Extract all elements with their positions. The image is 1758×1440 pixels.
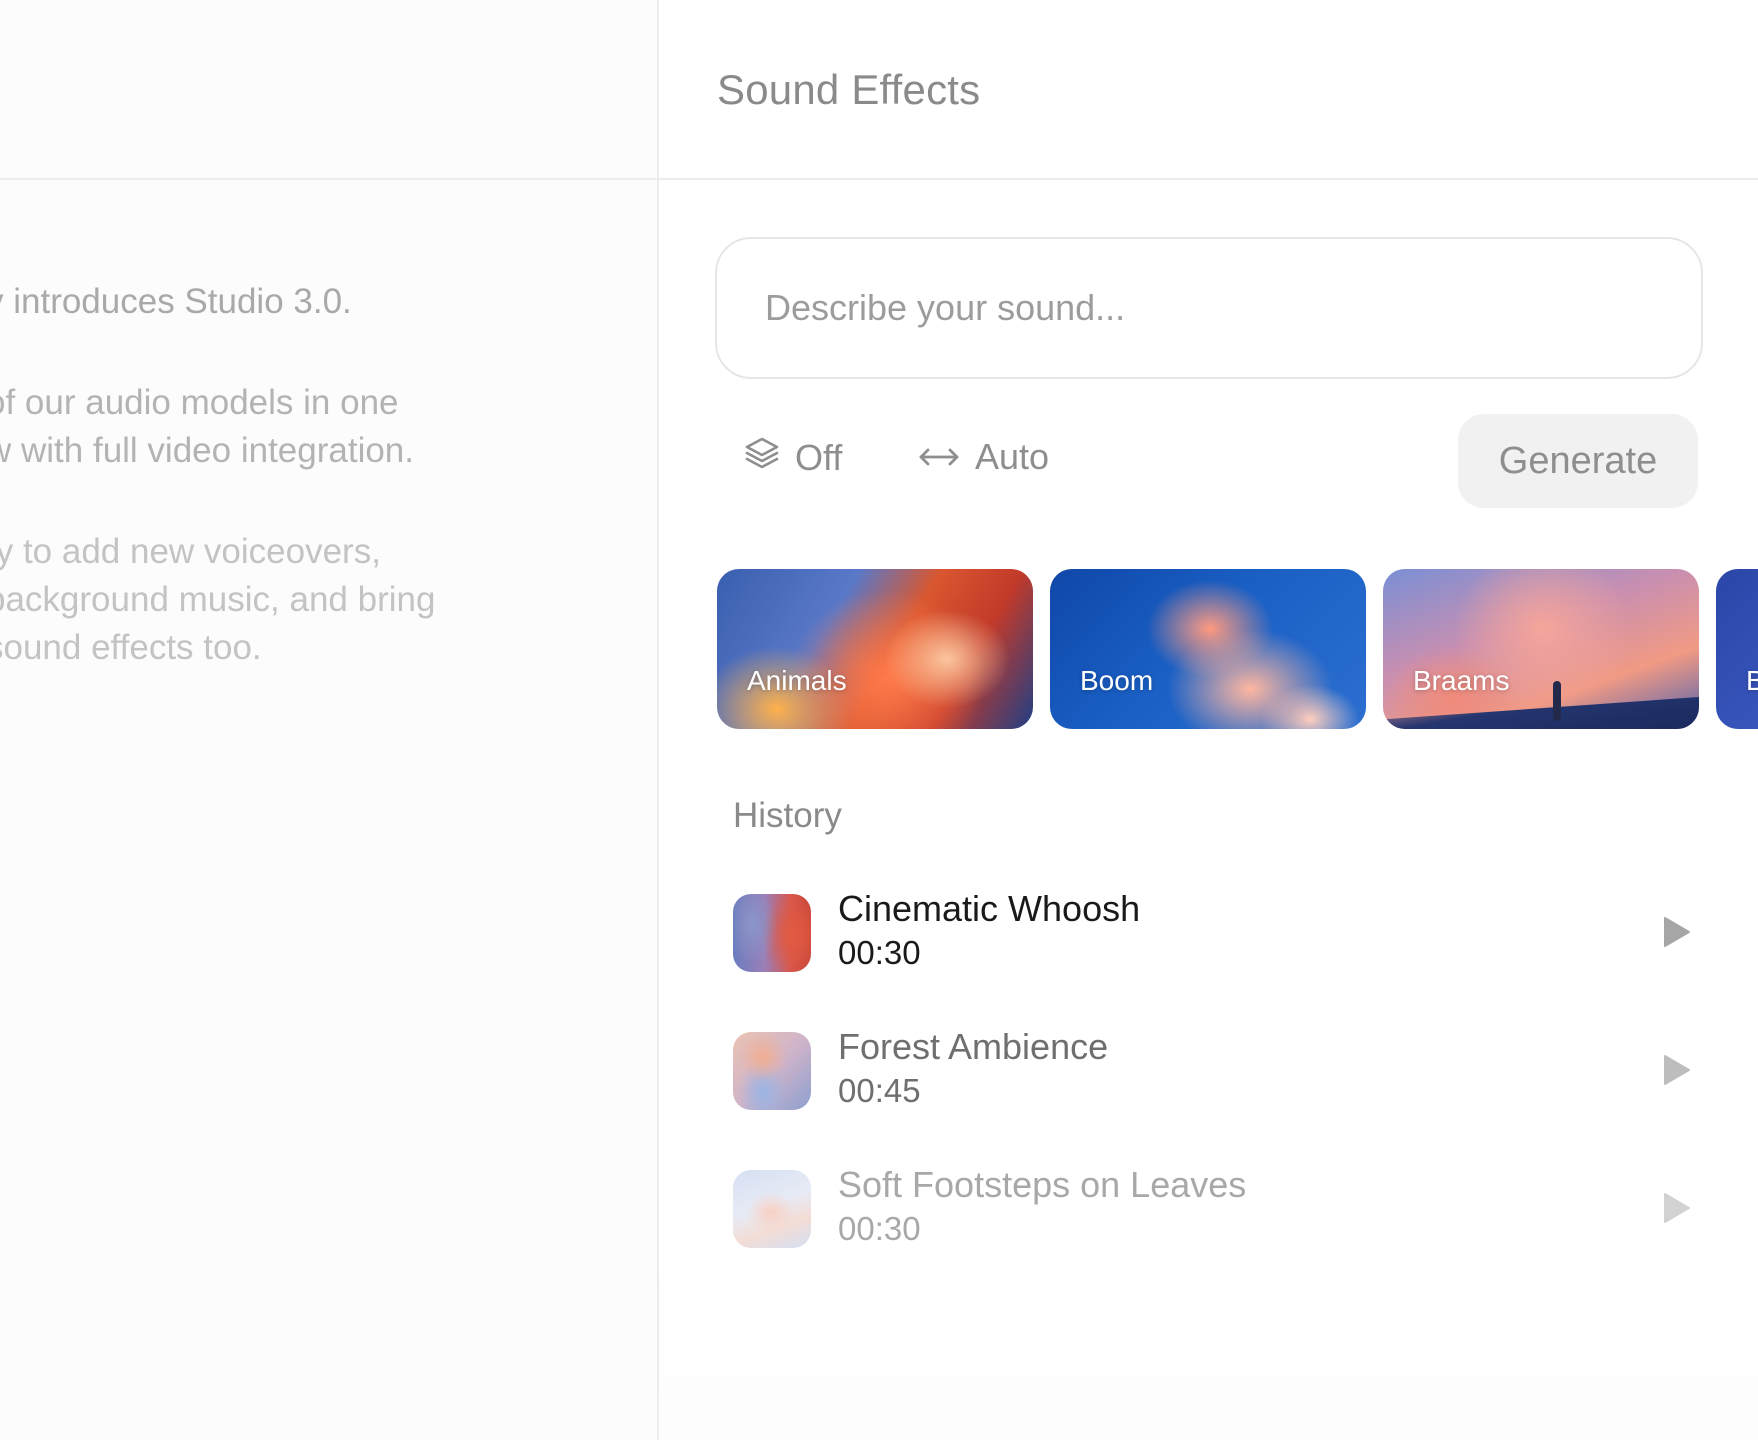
history-item[interactable]: Forest Ambience 00:45 xyxy=(733,1026,1693,1110)
category-cards: Animals Boom Braams B xyxy=(717,569,1758,729)
play-icon[interactable] xyxy=(1657,1190,1693,1226)
left-panel-fade xyxy=(0,1300,657,1440)
card-figure-shape xyxy=(1553,681,1561,721)
category-card-label: Animals xyxy=(747,665,847,696)
layers-icon xyxy=(743,436,795,479)
category-card-boom[interactable]: Boom xyxy=(1050,569,1366,729)
announcement-paragraph-3: ty to add new voiceovers, background mus… xyxy=(0,528,526,672)
card-ground-shape xyxy=(1383,697,1699,729)
history-item-duration: 00:30 xyxy=(838,1210,921,1247)
history-item[interactable]: Soft Footsteps on Leaves 00:30 xyxy=(733,1164,1693,1248)
history-item[interactable]: Cinematic Whoosh 00:30 xyxy=(733,888,1693,972)
history-item-title: Soft Footsteps on Leaves xyxy=(838,1164,1247,1205)
sound-effects-panel: Sound Effects Off Auto xyxy=(659,0,1758,1440)
history-item-duration: 00:30 xyxy=(838,934,921,971)
announcement-line: of our audio models in one xyxy=(0,383,399,422)
left-panel: y introduces Studio 3.0. of our audio mo… xyxy=(0,0,659,1440)
category-card-partial[interactable]: B xyxy=(1716,569,1758,729)
history-list: Cinematic Whoosh 00:30 Forest Ambience 0… xyxy=(733,888,1693,1306)
announcement-line: y introduces Studio 3.0. xyxy=(0,282,352,321)
announcement-paragraph-2: of our audio models in one w with full v… xyxy=(0,379,526,475)
history-item-title: Cinematic Whoosh xyxy=(838,888,1141,929)
category-card-label: Boom xyxy=(1080,665,1154,696)
duration-toggle-label: Auto xyxy=(975,436,1050,477)
history-thumbnail xyxy=(733,1032,811,1110)
announcement-line: sound effects too. xyxy=(0,628,262,667)
category-card-label: Braams xyxy=(1413,665,1510,696)
panel-header: Sound Effects xyxy=(659,0,1758,180)
layers-toggle[interactable]: Off xyxy=(743,436,842,479)
history-title: History xyxy=(733,796,842,835)
announcement-line: background music, and bring xyxy=(0,580,436,619)
layers-toggle-label: Off xyxy=(795,436,843,478)
announcement-paragraph-1: y introduces Studio 3.0. xyxy=(0,278,526,326)
history-item-duration: 00:45 xyxy=(838,1072,921,1109)
generate-button[interactable]: Generate xyxy=(1458,414,1698,508)
history-thumbnail xyxy=(733,894,811,972)
history-thumbnail xyxy=(733,1170,811,1248)
announcement-line: w with full video integration. xyxy=(0,431,414,470)
play-icon[interactable] xyxy=(1657,914,1693,950)
generation-controls: Off Auto Generate xyxy=(659,412,1758,508)
page-title: Sound Effects xyxy=(717,66,981,113)
describe-sound-input[interactable] xyxy=(715,237,1703,379)
announcement-text: y introduces Studio 3.0. of our audio mo… xyxy=(0,278,526,725)
history-item-title: Forest Ambience xyxy=(838,1026,1109,1067)
play-icon[interactable] xyxy=(1657,1052,1693,1088)
category-card-label: B xyxy=(1746,665,1758,696)
announcement-line: ty to add new voiceovers, xyxy=(0,532,381,571)
category-card-braams[interactable]: Braams xyxy=(1383,569,1699,729)
duration-toggle[interactable]: Auto xyxy=(917,436,1049,478)
horizontal-arrows-icon xyxy=(917,436,975,478)
category-card-animals[interactable]: Animals xyxy=(717,569,1033,729)
left-panel-header xyxy=(0,0,657,180)
